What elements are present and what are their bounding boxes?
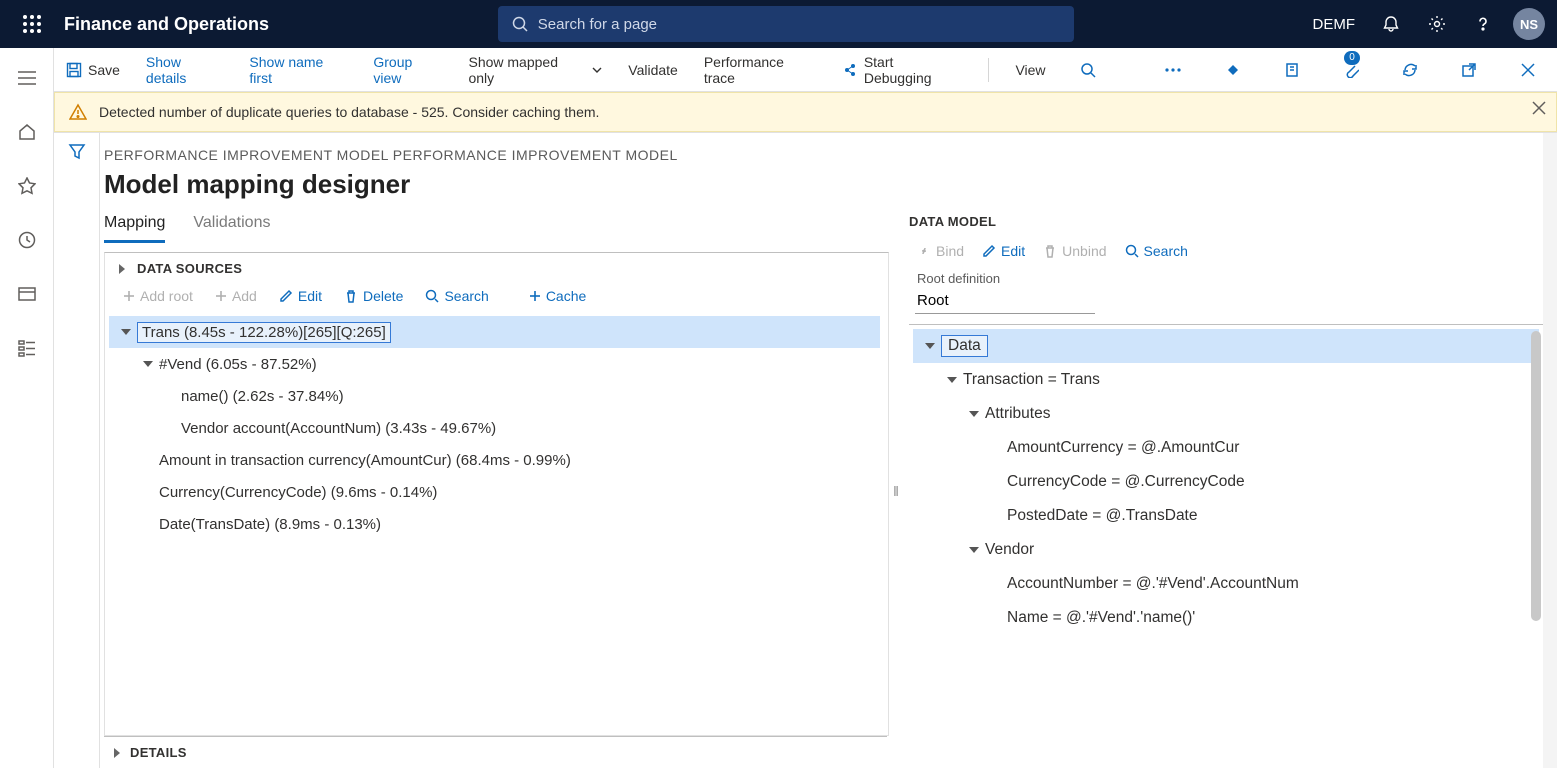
- validate-button[interactable]: Validate: [628, 62, 678, 78]
- view-label: View: [1015, 62, 1045, 78]
- unbind-button[interactable]: Unbind: [1043, 243, 1106, 259]
- add-button[interactable]: Add: [215, 288, 257, 304]
- attachments-badge: 0: [1344, 51, 1360, 65]
- clock-icon[interactable]: [11, 224, 43, 256]
- tree-node[interactable]: name() (2.62s - 37.84%): [109, 380, 880, 412]
- add-root-button[interactable]: Add root: [123, 288, 193, 304]
- popout-icon[interactable]: [1453, 53, 1486, 87]
- search-button[interactable]: Search: [425, 288, 488, 304]
- waffle-icon[interactable]: [8, 0, 56, 48]
- avatar-initials: NS: [1513, 8, 1545, 40]
- bind-button[interactable]: Bind: [917, 243, 964, 259]
- tab-validations[interactable]: Validations: [193, 214, 270, 243]
- avatar[interactable]: NS: [1509, 0, 1549, 48]
- divider: [988, 58, 989, 82]
- details-section[interactable]: DETAILS: [104, 736, 887, 768]
- save-button[interactable]: Save: [66, 62, 120, 78]
- data-sources-panel: DATA SOURCES Add root Add Edit Delete Se…: [104, 252, 889, 736]
- data-sources-tree: Trans (8.45s - 122.28%)[265][Q:265] #Ven…: [105, 314, 888, 548]
- filter-icon[interactable]: [68, 143, 86, 768]
- delete-button[interactable]: Delete: [344, 288, 403, 304]
- dm-edit-button[interactable]: Edit: [982, 243, 1025, 259]
- group-view-button[interactable]: Group view: [373, 54, 442, 86]
- attachments-icon[interactable]: 0: [1334, 53, 1367, 87]
- pin-icon[interactable]: [1216, 53, 1249, 87]
- tree-node[interactable]: Currency(CurrencyCode) (9.6ms - 0.14%): [109, 476, 880, 508]
- tree-node[interactable]: Trans (8.45s - 122.28%)[265][Q:265]: [109, 316, 880, 348]
- modules-icon[interactable]: [11, 332, 43, 364]
- data-model-toolbar: Bind Edit Unbind Search: [909, 241, 1543, 271]
- tree-node[interactable]: AccountNumber = @.'#Vend'.AccountNum: [913, 567, 1539, 601]
- left-rail: [0, 48, 54, 768]
- hamburger-icon[interactable]: [11, 62, 43, 94]
- data-model-panel: DATA MODEL Bind Edit Unbind Search Root …: [903, 214, 1543, 768]
- data-model-tree: Data Transaction = Trans Attributes Amou…: [909, 324, 1543, 768]
- tree-node[interactable]: Transaction = Trans: [913, 363, 1539, 397]
- show-mapped-dropdown[interactable]: Show mapped only: [468, 54, 602, 86]
- tab-mapping[interactable]: Mapping: [104, 214, 165, 243]
- warning-text: Detected number of duplicate queries to …: [99, 104, 599, 120]
- more-icon[interactable]: [1157, 53, 1190, 87]
- tree-node[interactable]: #Vend (6.05s - 87.52%): [109, 348, 880, 380]
- close-icon[interactable]: [1512, 53, 1545, 87]
- expand-icon[interactable]: [117, 264, 137, 274]
- performance-trace-button[interactable]: Performance trace: [704, 54, 816, 86]
- page-title: Model mapping designer: [104, 169, 1543, 200]
- home-icon[interactable]: [11, 116, 43, 148]
- gear-icon[interactable]: [1417, 0, 1457, 48]
- tree-node[interactable]: Name = @.'#Vend'.'name()': [913, 601, 1539, 635]
- tree-node[interactable]: Data: [913, 329, 1539, 363]
- root-definition-input[interactable]: [915, 288, 1095, 314]
- tree-node[interactable]: Vendor: [913, 533, 1539, 567]
- tree-node[interactable]: CurrencyCode = @.CurrencyCode: [913, 465, 1539, 499]
- details-heading: DETAILS: [130, 745, 187, 760]
- cache-button[interactable]: Cache: [529, 288, 586, 304]
- tree-node[interactable]: Attributes: [913, 397, 1539, 431]
- bell-icon[interactable]: [1371, 0, 1411, 48]
- tree-node[interactable]: AmountCurrency = @.AmountCur: [913, 431, 1539, 465]
- global-search[interactable]: [498, 6, 1074, 42]
- edit-button[interactable]: Edit: [279, 288, 322, 304]
- splitter[interactable]: ‖: [889, 214, 903, 768]
- warning-icon: [69, 103, 87, 121]
- scrollbar[interactable]: [1531, 331, 1541, 762]
- warning-close-icon[interactable]: [1532, 101, 1546, 115]
- tree-node[interactable]: Amount in transaction currency(AmountCur…: [109, 444, 880, 476]
- save-label: Save: [88, 62, 120, 78]
- find-icon[interactable]: [1072, 53, 1105, 87]
- start-debugging-button[interactable]: Start Debugging: [842, 54, 962, 86]
- show-name-first-button[interactable]: Show name first: [249, 54, 347, 86]
- tree-node[interactable]: PostedDate = @.TransDate: [913, 499, 1539, 533]
- filter-rail: [54, 133, 100, 768]
- data-model-heading: DATA MODEL: [909, 214, 1543, 229]
- tree-node[interactable]: Vendor account(AccountNum) (3.43s - 49.6…: [109, 412, 880, 444]
- tree-node[interactable]: Date(TransDate) (8.9ms - 0.13%): [109, 508, 880, 540]
- command-bar: Save Show details Show name first Group …: [54, 48, 1557, 92]
- navbar: Finance and Operations DEMF NS: [0, 0, 1557, 48]
- data-sources-toolbar: Add root Add Edit Delete Search Cache: [105, 284, 888, 314]
- show-details-button[interactable]: Show details: [146, 54, 223, 86]
- search-input[interactable]: [538, 16, 1060, 33]
- star-icon[interactable]: [11, 170, 43, 202]
- root-definition-label: Root definition: [909, 271, 1543, 286]
- attach-icon[interactable]: [1275, 53, 1308, 87]
- page-scrollbar[interactable]: [1543, 133, 1557, 768]
- warning-bar: Detected number of duplicate queries to …: [54, 92, 1557, 132]
- app-title: Finance and Operations: [64, 14, 269, 35]
- tabs: Mapping Validations: [100, 214, 889, 244]
- company-label[interactable]: DEMF: [1302, 16, 1365, 33]
- help-icon[interactable]: [1463, 0, 1503, 48]
- breadcrumb: PERFORMANCE IMPROVEMENT MODEL PERFORMANC…: [100, 147, 1543, 163]
- refresh-icon[interactable]: [1393, 53, 1426, 87]
- workspace-icon[interactable]: [11, 278, 43, 310]
- data-sources-heading: DATA SOURCES: [137, 261, 242, 276]
- dm-search-button[interactable]: Search: [1125, 243, 1188, 259]
